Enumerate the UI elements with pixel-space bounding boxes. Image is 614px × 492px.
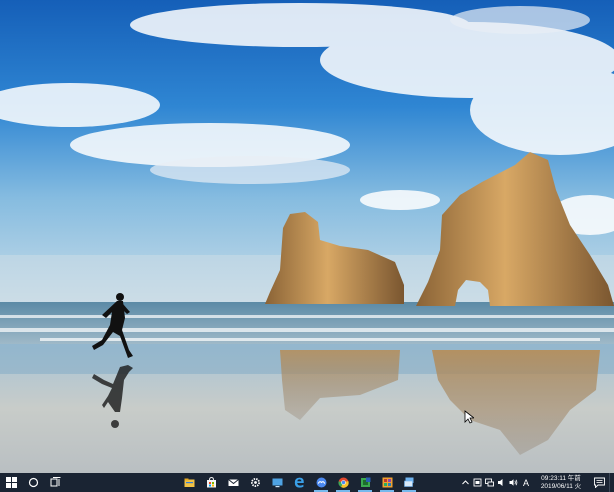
baidu-netdisk-icon xyxy=(316,477,326,488)
tray-speaker[interactable] xyxy=(495,473,507,492)
notification-icon xyxy=(593,477,605,488)
ime-indicator[interactable]: A xyxy=(519,473,533,492)
start-button[interactable] xyxy=(0,473,22,492)
green-app-icon xyxy=(360,477,370,487)
taskbar-remote-desktop[interactable] xyxy=(398,473,420,492)
search-cortana-icon xyxy=(28,477,38,488)
store-icon xyxy=(206,477,216,488)
battery-icon xyxy=(473,478,481,487)
orange-app-icon xyxy=(382,477,392,488)
tray-volume[interactable] xyxy=(507,473,519,492)
chevron-up-icon xyxy=(461,480,469,485)
taskbar-file-explorer[interactable] xyxy=(178,473,200,492)
system-tray: A 09:23:11 午前 2019/06/11 火 xyxy=(459,473,614,492)
taskbar-apps xyxy=(178,473,420,492)
file-explorer-icon xyxy=(184,478,194,487)
monitor-app-icon xyxy=(272,478,282,488)
clock-time: 09:23:11 午前 xyxy=(541,474,581,482)
clock-date: 2019/06/11 火 xyxy=(540,482,582,490)
taskbar-baidu-netdisk[interactable] xyxy=(310,473,332,492)
taskbar-orange-app[interactable] xyxy=(376,473,398,492)
chrome-icon xyxy=(337,477,349,488)
taskbar-mail[interactable] xyxy=(222,473,244,492)
clock[interactable]: 09:23:11 午前 2019/06/11 火 xyxy=(533,473,589,492)
tray-battery[interactable] xyxy=(471,473,483,492)
task-view-icon xyxy=(50,477,60,487)
network-icon xyxy=(484,478,494,487)
mouse-cursor-icon xyxy=(464,410,474,424)
tray-network[interactable] xyxy=(483,473,495,492)
speaker-icon xyxy=(497,479,502,486)
taskbar-green-app[interactable] xyxy=(354,473,376,492)
taskbar-chrome[interactable] xyxy=(332,473,354,492)
volume-icon xyxy=(509,479,517,486)
wallpaper xyxy=(0,0,614,473)
desktop[interactable] xyxy=(0,0,614,473)
edge-icon xyxy=(294,477,304,488)
show-desktop-button[interactable] xyxy=(609,473,614,492)
show-hidden-icons-button[interactable] xyxy=(459,473,471,492)
taskbar-edge[interactable] xyxy=(288,473,310,492)
windows-start-icon xyxy=(5,477,17,488)
task-view-button[interactable] xyxy=(44,473,66,492)
taskbar: A 09:23:11 午前 2019/06/11 火 xyxy=(0,473,614,492)
action-center-button[interactable] xyxy=(589,473,609,492)
cortana-search-button[interactable] xyxy=(22,473,44,492)
remote-desktop-icon xyxy=(403,477,413,487)
taskbar-store[interactable] xyxy=(200,473,222,492)
taskbar-settings[interactable] xyxy=(244,473,266,492)
settings-gear-icon xyxy=(250,478,260,487)
mail-icon xyxy=(227,479,239,486)
taskbar-monitor-app[interactable] xyxy=(266,473,288,492)
